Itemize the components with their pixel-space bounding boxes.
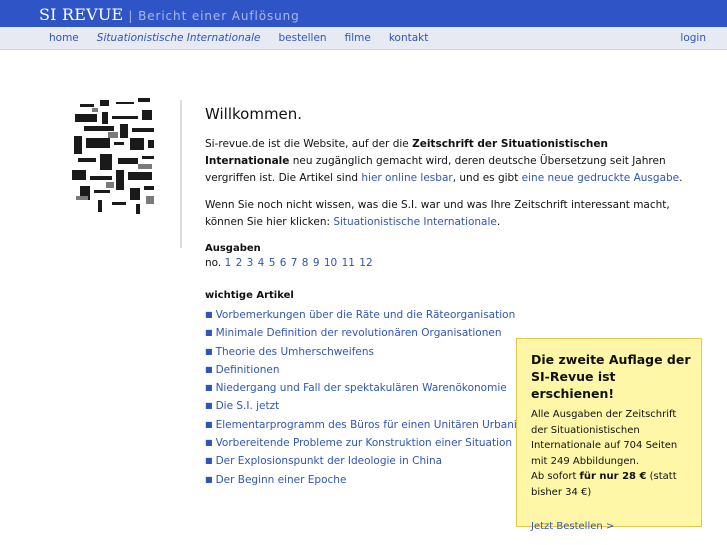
issue-link[interactable]: 3 (247, 257, 254, 269)
issues-prefix: no. (205, 257, 222, 269)
article-link[interactable]: Niedergang und Fall der spektakulären Wa… (216, 382, 507, 394)
article-item: ■ Vorbemerkungen über die Räte und die Rä… (205, 306, 695, 324)
article-link[interactable]: Elementarprogramm des Büros für einen Un… (216, 419, 545, 431)
collage-image (72, 98, 158, 214)
intro-text-3: , und es gibt (452, 172, 522, 184)
nav-item-0[interactable]: home (49, 32, 79, 44)
login-link[interactable]: login (680, 32, 706, 44)
nav-item-4[interactable]: kontakt (389, 32, 429, 44)
site-header: SI REVUE | Bericht einer Auflösung (0, 0, 727, 27)
issue-link[interactable]: 11 (342, 257, 355, 269)
articles-heading: wichtige Artikel (205, 290, 294, 301)
site-title[interactable]: SI REVUE (39, 5, 123, 24)
article-link[interactable]: Theorie des Umherschweifens (216, 346, 374, 358)
issue-link[interactable]: 6 (280, 257, 287, 269)
article-link[interactable]: Minimale Definition der revolutionären O… (216, 327, 502, 339)
nav-item-1[interactable]: Situationistische Internationale (97, 32, 261, 44)
bullet-icon: ■ (205, 438, 213, 448)
issue-link[interactable]: 1 (225, 257, 232, 269)
bullet-icon: ■ (205, 474, 213, 484)
order-now-link[interactable]: Jetzt Bestellen > (531, 519, 691, 535)
new-edition-link[interactable]: eine neue gedruckte Ausgabe (522, 172, 679, 184)
bullet-icon: ■ (205, 383, 213, 393)
promo-title: Die zweite Auflage der SI-Revue ist ersc… (531, 352, 691, 401)
intro-text-1: Si-revue.de ist die Website, auf der die (205, 138, 413, 150)
welcome-heading: Willkommen. (205, 105, 303, 123)
issue-link[interactable]: 9 (313, 257, 320, 269)
issue-link[interactable]: 8 (302, 257, 309, 269)
second-text-2: . (496, 216, 501, 228)
issues-list: no. 1 2 3 4 5 6 7 8 9 10 11 12 (205, 256, 695, 271)
promo-offer: Ab sofort für nur 28 € (statt bisher 34 … (531, 469, 691, 500)
nav-bar: home Situationistische Internationale best… (0, 27, 727, 50)
promo-box: Die zweite Auflage der SI-Revue ist ersc… (516, 338, 702, 532)
issues-heading: Ausgaben (205, 243, 261, 254)
bullet-icon: ■ (205, 364, 213, 374)
vertical-divider (180, 100, 182, 248)
issue-link[interactable]: 12 (359, 257, 372, 269)
bullet-icon: ■ (205, 401, 213, 411)
promo-body: Alle Ausgaben der Zeitschrift der Situat… (531, 409, 678, 467)
issue-link[interactable]: 10 (324, 257, 337, 269)
issue-link[interactable]: 2 (236, 257, 243, 269)
issue-link[interactable]: 5 (269, 257, 276, 269)
intro-paragraph: Si-revue.de ist die Website, auf der die… (205, 136, 695, 187)
promo-offer-pre: Ab sofort (531, 471, 580, 482)
promo-price: für nur 28 € (579, 471, 647, 482)
bullet-icon: ■ (205, 328, 213, 338)
article-link[interactable]: Der Beginn einer Epoche (216, 474, 347, 486)
online-read-link[interactable]: hier online lesbar (361, 172, 452, 184)
si-link[interactable]: Situationistische Internationale (333, 216, 497, 228)
bullet-icon: ■ (205, 310, 213, 319)
bullet-icon: ■ (205, 346, 213, 356)
bullet-icon: ■ (205, 419, 213, 429)
nav-item-3[interactable]: filme (345, 32, 371, 44)
article-link[interactable]: Vorbereitende Probleme zur Konstruktion … (216, 437, 513, 449)
article-link[interactable]: Vorbemerkungen über die Räte und die Rät… (216, 309, 516, 321)
nav-menu: home Situationistische Internationale best… (49, 32, 446, 44)
site-subtitle: | Bericht einer Auflösung (128, 9, 300, 23)
issue-links: 1 2 3 4 5 6 7 8 9 10 11 12 (225, 257, 374, 269)
issue-link[interactable]: 4 (258, 257, 265, 269)
bullet-icon: ■ (205, 456, 213, 466)
intro-text-4: . (679, 172, 683, 184)
nav-item-2[interactable]: bestellen (278, 32, 326, 44)
second-paragraph: Wenn Sie noch nicht wissen, was die S.I.… (205, 197, 695, 231)
article-link[interactable]: Definitionen (216, 364, 280, 376)
issue-link[interactable]: 7 (291, 257, 298, 269)
article-link[interactable]: Der Explosionspunkt der Ideologie in Chi… (216, 455, 443, 467)
article-link[interactable]: Die S.I. jetzt (216, 400, 280, 412)
brand[interactable]: SI REVUE | Bericht einer Auflösung (39, 5, 300, 25)
